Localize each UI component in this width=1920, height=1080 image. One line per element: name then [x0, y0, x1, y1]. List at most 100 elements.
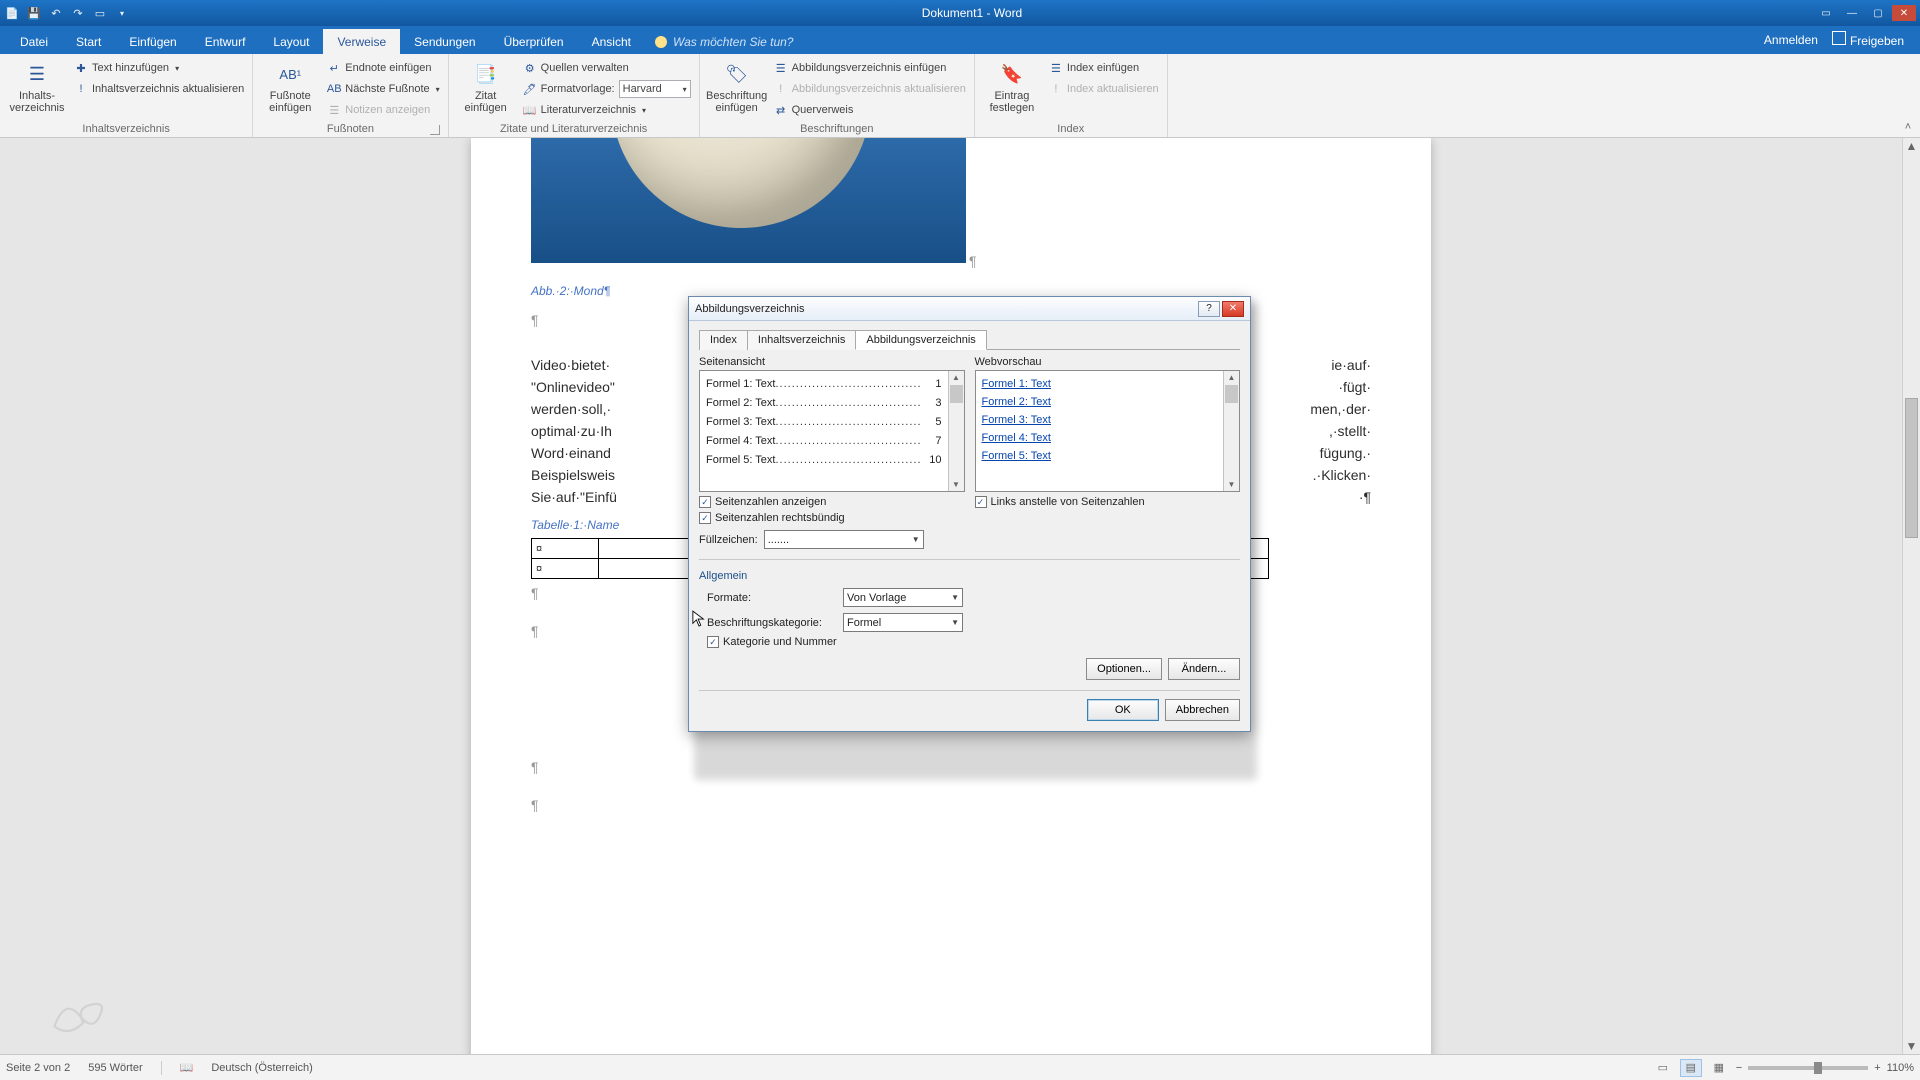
tell-me-search[interactable]: Was möchten Sie tun?: [645, 30, 804, 54]
web-preview-link: Formel 5: Text: [982, 447, 1218, 465]
update-toc-button[interactable]: !Inhaltsverzeichnis aktualisieren: [74, 79, 244, 99]
toc-icon: ☰: [23, 60, 51, 88]
manage-sources-button[interactable]: ⚙Quellen verwalten: [523, 58, 691, 78]
leader-combo[interactable]: .......▼: [764, 530, 924, 549]
cross-reference-button[interactable]: ⇄Querverweis: [774, 100, 966, 120]
chk-show-page-numbers[interactable]: Seitenzahlen anzeigen: [699, 496, 965, 508]
tab-layout[interactable]: Layout: [259, 29, 323, 54]
tab-ansicht[interactable]: Ansicht: [578, 29, 645, 54]
chk-category-and-number[interactable]: Kategorie und Nummer: [707, 636, 1240, 648]
tab-entwurf[interactable]: Entwurf: [191, 29, 260, 54]
bibliography-button[interactable]: 📖Literaturverzeichnis▾: [523, 100, 691, 120]
crossref-icon: ⇄: [774, 103, 788, 117]
dialog-tab-index[interactable]: Index: [699, 330, 748, 350]
scroll-up-icon[interactable]: ▲: [1903, 138, 1920, 154]
maximize-icon[interactable]: ▢: [1866, 5, 1890, 21]
category-label: Beschriftungskategorie:: [707, 617, 837, 629]
formats-combo[interactable]: Von Vorlage▼: [843, 588, 963, 607]
ribbon-tabs: Datei Start Einfügen Entwurf Layout Verw…: [0, 26, 1920, 54]
collapse-ribbon-icon[interactable]: ˄: [1896, 54, 1920, 137]
tab-start[interactable]: Start: [62, 29, 115, 54]
dialog-title: Abbildungsverzeichnis: [695, 303, 804, 315]
checkbox-icon: [699, 496, 711, 508]
add-text-button[interactable]: ✚Text hinzufügen▾: [74, 58, 244, 78]
status-page[interactable]: Seite 2 von 2: [6, 1062, 70, 1074]
toc-preview-line: Formel 5: Text .........................…: [706, 451, 942, 470]
footnotes-launcher-icon[interactable]: [430, 125, 440, 135]
sign-in-link[interactable]: Anmelden: [1764, 33, 1818, 47]
dialog-tab-toc[interactable]: Inhaltsverzeichnis: [747, 330, 856, 350]
close-icon[interactable]: ✕: [1892, 5, 1916, 21]
title-bar: 📄 💾 ↶ ↷ ▭ ▾ Dokument1 - Word ▭ ― ▢ ✕: [0, 0, 1920, 26]
view-web-icon[interactable]: ▦: [1708, 1059, 1730, 1077]
insert-index-button[interactable]: ☰Index einfügen: [1049, 58, 1159, 78]
formats-label: Formate:: [707, 592, 837, 604]
scroll-down-icon[interactable]: ▼: [1903, 1038, 1920, 1054]
undo-icon[interactable]: ↶: [48, 5, 64, 21]
tab-ueberpruefen[interactable]: Überprüfen: [490, 29, 578, 54]
dialog-help-icon[interactable]: ?: [1198, 301, 1220, 317]
dialog-close-icon[interactable]: ✕: [1222, 301, 1244, 317]
bibliography-icon: 📖: [523, 103, 537, 117]
category-combo[interactable]: Formel▼: [843, 613, 963, 632]
modify-button[interactable]: Ändern...: [1168, 658, 1240, 680]
qat-customize-icon[interactable]: ▾: [114, 5, 130, 21]
dialog-tab-tof[interactable]: Abbildungsverzeichnis: [855, 330, 986, 350]
toc-preview-line: Formel 3: Text .........................…: [706, 413, 942, 432]
insert-endnote-button[interactable]: ↵Endnote einfügen: [327, 58, 439, 78]
status-words[interactable]: 595 Wörter: [88, 1062, 142, 1074]
app-icon: 📄: [4, 5, 20, 21]
group-footnotes: AB¹ Fußnote einfügen ↵Endnote einfügen A…: [253, 54, 448, 137]
status-language[interactable]: Deutsch (Österreich): [211, 1062, 312, 1074]
tab-verweise[interactable]: Verweise: [323, 29, 400, 54]
update-fig-icon: !: [774, 82, 788, 96]
zoom-in-icon[interactable]: +: [1874, 1062, 1880, 1074]
save-icon[interactable]: 💾: [26, 5, 42, 21]
tab-datei[interactable]: Datei: [6, 29, 62, 54]
minimize-icon[interactable]: ―: [1840, 5, 1864, 21]
view-read-icon[interactable]: ▭: [1652, 1059, 1674, 1077]
redo-icon[interactable]: ↷: [70, 5, 86, 21]
moon-image[interactable]: [531, 138, 966, 263]
update-index-button[interactable]: !Index aktualisieren: [1049, 79, 1159, 99]
ok-button[interactable]: OK: [1087, 699, 1159, 721]
options-button[interactable]: Optionen...: [1086, 658, 1162, 680]
next-footnote-button[interactable]: ABNächste Fußnote▾: [327, 79, 439, 99]
scroll-thumb[interactable]: [1905, 398, 1918, 538]
checkbox-icon: [707, 636, 719, 648]
print-preview-scrollbar[interactable]: ▲▼: [948, 371, 964, 491]
zoom-slider[interactable]: [1748, 1066, 1868, 1070]
tell-me-placeholder: Was möchten Sie tun?: [673, 35, 794, 49]
chk-use-hyperlinks[interactable]: Links anstelle von Seitenzahlen: [975, 496, 1241, 508]
citation-style-combo[interactable]: 🖊 Formatvorlage: Harvard▾: [523, 79, 691, 99]
insert-citation-button[interactable]: 📑 Zitat einfügen: [457, 58, 515, 114]
update-figure-index-button[interactable]: !Abbildungsverzeichnis aktualisieren: [774, 79, 966, 99]
ribbon-display-icon[interactable]: ▭: [1814, 5, 1838, 21]
share-button[interactable]: Freigeben: [1832, 31, 1904, 48]
checkbox-icon: [975, 496, 987, 508]
insert-caption-button[interactable]: 🏷 Beschriftung einfügen: [708, 58, 766, 114]
add-text-icon: ✚: [74, 61, 88, 75]
ribbon: ☰ Inhalts- verzeichnis ✚Text hinzufügen▾…: [0, 54, 1920, 138]
cancel-button[interactable]: Abbrechen: [1165, 699, 1240, 721]
toc-button[interactable]: ☰ Inhalts- verzeichnis: [8, 58, 66, 114]
vertical-scrollbar[interactable]: ▲ ▼: [1902, 138, 1920, 1054]
show-notes-button[interactable]: ☰Notizen anzeigen: [327, 100, 439, 120]
dialog-title-bar[interactable]: Abbildungsverzeichnis ? ✕: [689, 297, 1250, 321]
tab-einfuegen[interactable]: Einfügen: [115, 29, 190, 54]
insert-footnote-button[interactable]: AB¹ Fußnote einfügen: [261, 58, 319, 114]
chk-right-align-numbers[interactable]: Seitenzahlen rechtsbündig: [699, 512, 965, 524]
zoom-level[interactable]: 110%: [1887, 1062, 1914, 1074]
mark-entry-button[interactable]: 🔖 Eintrag festlegen: [983, 58, 1041, 114]
group-toc: ☰ Inhalts- verzeichnis ✚Text hinzufügen▾…: [0, 54, 253, 137]
web-preview-scrollbar[interactable]: ▲▼: [1223, 371, 1239, 491]
view-print-icon[interactable]: ▤: [1680, 1059, 1702, 1077]
proofing-icon[interactable]: 📖: [180, 1061, 194, 1074]
window-controls: ▭ ― ▢ ✕: [1814, 5, 1916, 21]
touch-mode-icon[interactable]: ▭: [92, 5, 108, 21]
document-title: Dokument1 - Word: [130, 6, 1814, 20]
insert-figure-index-button[interactable]: ☰Abbildungsverzeichnis einfügen: [774, 58, 966, 78]
zoom-out-icon[interactable]: −: [1736, 1062, 1742, 1074]
tab-sendungen[interactable]: Sendungen: [400, 29, 489, 54]
web-preview-link: Formel 4: Text: [982, 429, 1218, 447]
